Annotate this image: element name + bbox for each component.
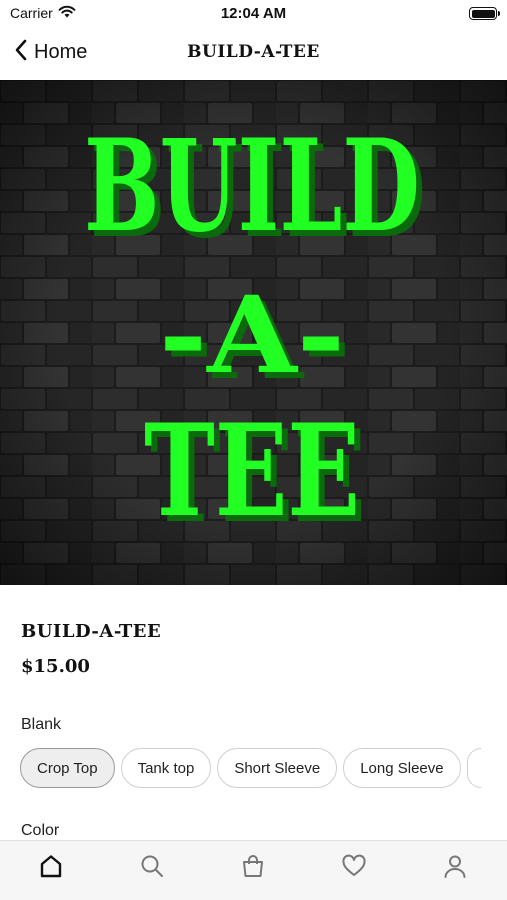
back-label: Home	[34, 41, 88, 63]
product-name: BUILD-A-TEE	[21, 621, 162, 642]
hero-graphic: BUILD BUILD -A- -A- TEE TEE	[0, 80, 507, 585]
product-price: $15.00	[21, 656, 90, 677]
hero-text-line-1: BUILD	[84, 112, 420, 260]
product-image: BUILD BUILD -A- -A- TEE TEE	[0, 80, 507, 585]
hero-text-line-3: TEE	[144, 397, 360, 545]
battery-icon	[469, 7, 500, 20]
hero-text-line-2: -A-	[159, 272, 345, 397]
back-button[interactable]: Home	[14, 38, 87, 67]
blank-option-more[interactable]	[466, 748, 481, 788]
chevron-left-icon	[14, 38, 28, 67]
home-icon[interactable]	[36, 851, 66, 881]
heart-icon[interactable]	[339, 851, 369, 881]
navigation-bar: Home BUILD-A-TEE	[0, 28, 507, 78]
blank-option-short-sleeve[interactable]: Short Sleeve	[217, 748, 338, 788]
status-bar: Carrier 12:04 AM	[0, 0, 507, 28]
blank-option-long-sleeve[interactable]: Long Sleeve	[343, 748, 461, 788]
color-label: Color	[21, 822, 60, 839]
tab-bar	[0, 840, 507, 900]
blank-option-tank-top[interactable]: Tank top	[120, 748, 212, 788]
blank-label: Blank	[21, 716, 62, 733]
blank-options: Crop Top Tank top Short Sleeve Long Slee…	[20, 748, 481, 788]
profile-icon[interactable]	[440, 851, 470, 881]
bag-icon[interactable]	[238, 851, 268, 881]
search-icon[interactable]	[137, 851, 167, 881]
status-time: 12:04 AM	[220, 5, 287, 22]
blank-option-crop-top[interactable]: Crop Top	[20, 748, 115, 788]
